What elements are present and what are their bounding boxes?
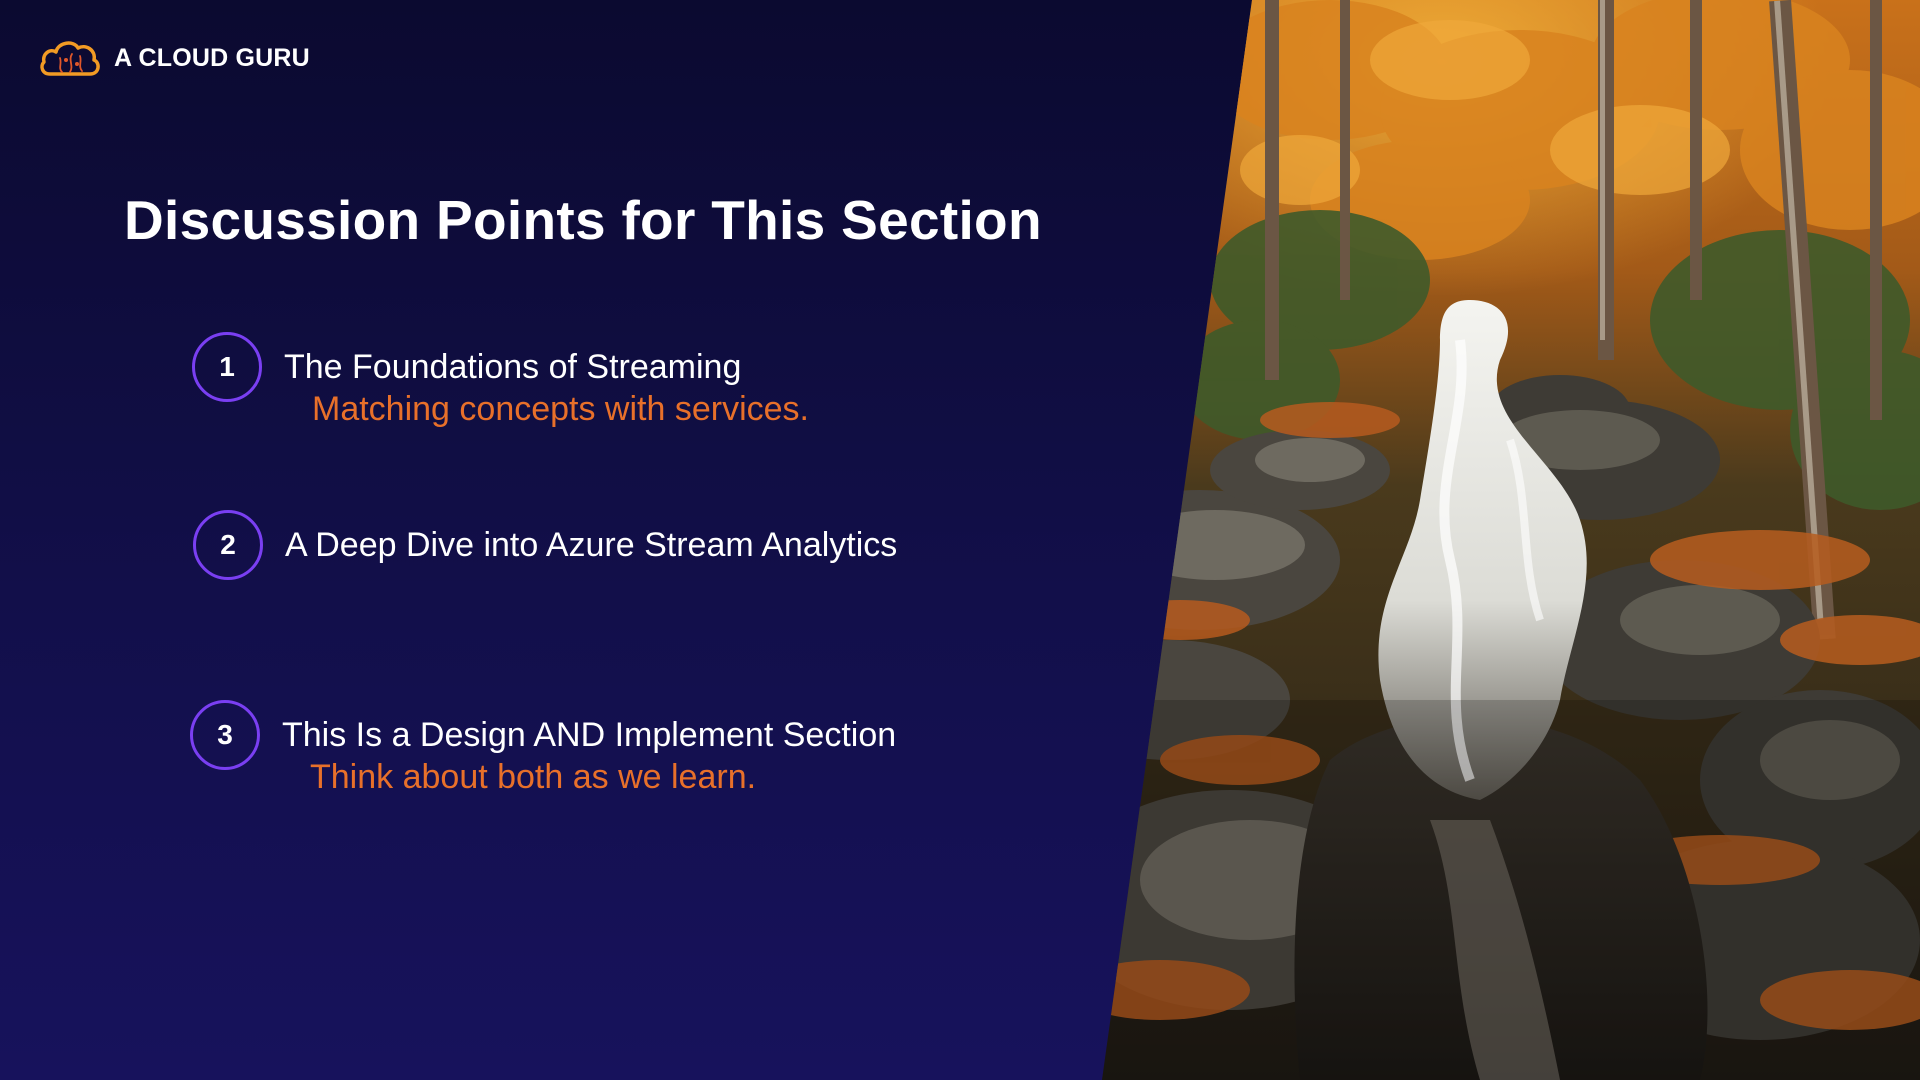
point-title: A Deep Dive into Azure Stream Analytics <box>285 526 898 564</box>
point-number-badge: 2 <box>193 510 263 580</box>
point-number-badge: 3 <box>190 700 260 770</box>
point-number-badge: 1 <box>192 332 262 402</box>
slide: A CLOUD GURU Discussion Points for This … <box>0 0 1920 1080</box>
brand-logo: A CLOUD GURU <box>38 38 310 78</box>
point-title: This Is a Design AND Implement Section <box>282 716 897 754</box>
brand-name: A CLOUD GURU <box>114 43 310 72</box>
slide-title: Discussion Points for This Section <box>124 189 1042 251</box>
point-subtitle: Think about both as we learn. <box>310 758 757 796</box>
point-subtitle: Matching concepts with services. <box>312 390 809 428</box>
point-title: The Foundations of Streaming <box>284 348 742 386</box>
cloud-logo-icon <box>38 38 102 78</box>
